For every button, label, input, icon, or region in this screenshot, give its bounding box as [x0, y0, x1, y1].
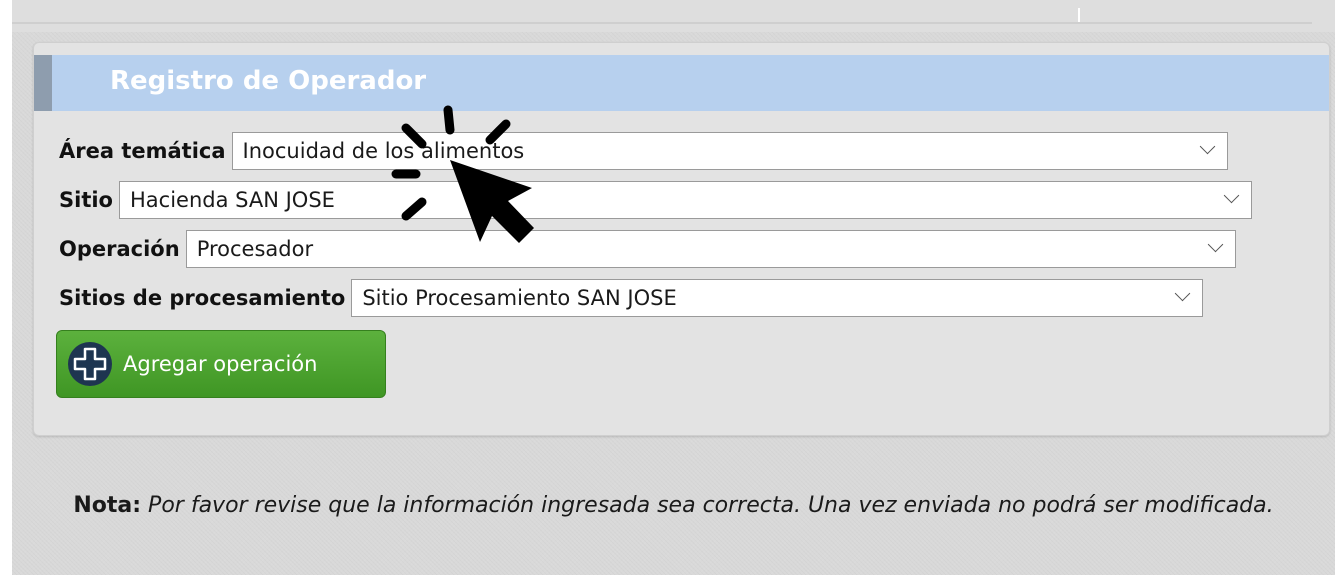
add-operation-button[interactable]: Agregar operación	[56, 330, 386, 398]
note-message: Nota: Por favor revise que la informació…	[12, 487, 1335, 525]
sitio-label: Sitio	[59, 188, 113, 212]
top-bar-divider	[12, 22, 1312, 24]
operator-registration-panel: Registro de Operador Área temática Inocu…	[33, 42, 1330, 436]
operacion-value: Procesador	[196, 237, 314, 261]
panel-title: Registro de Operador	[110, 66, 427, 96]
top-bar-separator	[1078, 8, 1080, 22]
sitio-value: Hacienda SAN JOSE	[130, 188, 335, 212]
sitios-procesamiento-value: Sitio Procesamiento SAN JOSE	[362, 286, 677, 310]
operacion-label: Operación	[59, 237, 180, 261]
page-background: Registro de Operador Área temática Inocu…	[12, 0, 1335, 575]
chevron-down-icon	[1199, 138, 1215, 155]
click-cursor-icon	[391, 105, 534, 243]
area-tematica-select[interactable]: Inocuidad de los alimentos	[231, 132, 1228, 170]
area-tematica-row: Área temática Inocuidad de los alimentos	[59, 131, 1228, 171]
chevron-down-icon	[1207, 236, 1223, 253]
area-tematica-label: Área temática	[59, 139, 226, 163]
add-operation-label: Agregar operación	[123, 352, 318, 376]
panel-header: Registro de Operador	[34, 55, 1329, 111]
sitios-procesamiento-select[interactable]: Sitio Procesamiento SAN JOSE	[351, 279, 1204, 317]
top-bar	[12, 0, 1335, 32]
sitios-procesamiento-row: Sitios de procesamiento Sitio Procesamie…	[59, 278, 1204, 318]
sitio-row: Sitio Hacienda SAN JOSE	[59, 180, 1252, 220]
sitio-select[interactable]: Hacienda SAN JOSE	[119, 181, 1252, 219]
sitios-procesamiento-label: Sitios de procesamiento	[59, 286, 346, 310]
chevron-down-icon	[1175, 285, 1191, 302]
operacion-row: Operación Procesador	[59, 229, 1236, 269]
plus-circle-icon	[68, 342, 112, 386]
note-label: Nota:	[73, 493, 142, 518]
operacion-select[interactable]: Procesador	[185, 230, 1236, 268]
note-text: Por favor revise que la información ingr…	[141, 493, 1274, 518]
chevron-down-icon	[1223, 187, 1240, 204]
